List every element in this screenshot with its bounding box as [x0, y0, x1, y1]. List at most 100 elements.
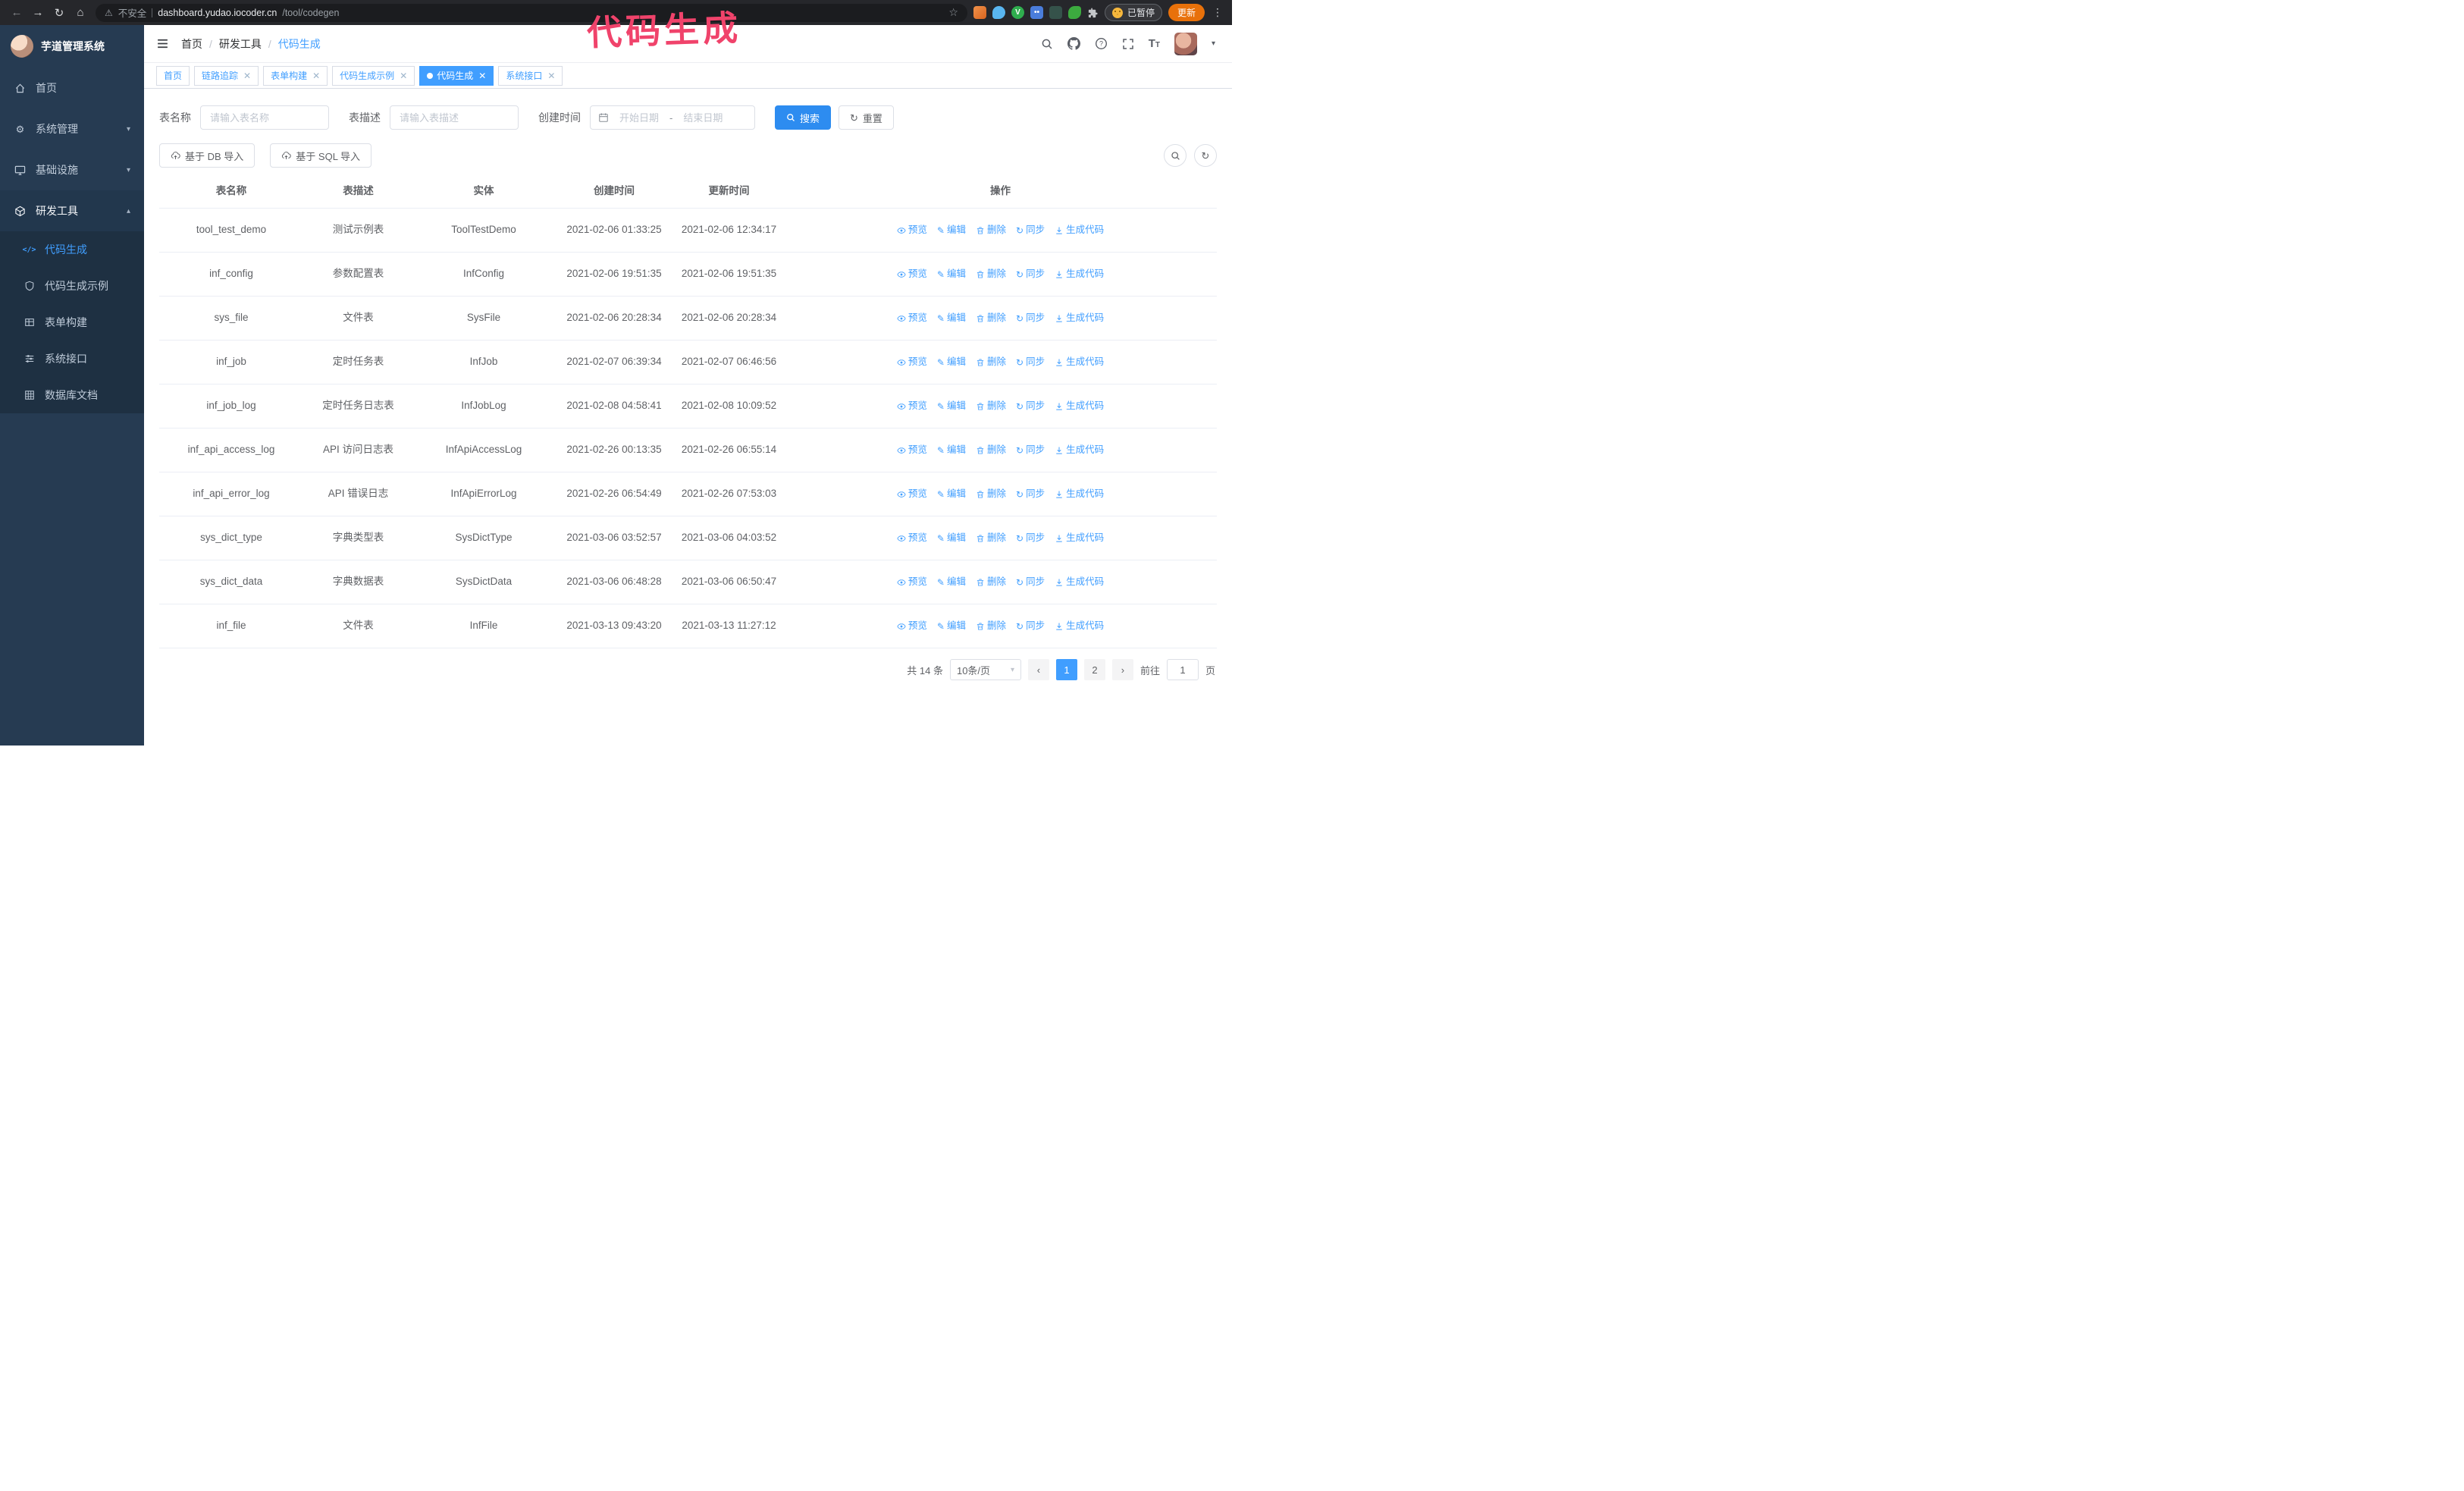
sync-link[interactable]: ↻ 同步: [1016, 531, 1045, 545]
generate-code-link[interactable]: 生成代码: [1055, 355, 1104, 369]
sync-link[interactable]: ↻ 同步: [1016, 619, 1045, 633]
delete-link[interactable]: 删除: [976, 619, 1006, 633]
sync-link[interactable]: ↻ 同步: [1016, 575, 1045, 589]
sidebar-toggle-icon[interactable]: [156, 37, 169, 50]
delete-link[interactable]: 删除: [976, 443, 1006, 457]
generate-code-link[interactable]: 生成代码: [1055, 267, 1104, 281]
tab-链路追踪[interactable]: 链路追踪 ✕: [194, 65, 259, 86]
user-avatar[interactable]: [1174, 32, 1197, 55]
edit-link[interactable]: ✎ 编辑: [937, 355, 966, 369]
update-button[interactable]: 更新: [1168, 4, 1205, 21]
page-button-2[interactable]: 2: [1083, 659, 1105, 680]
sync-link[interactable]: ↻ 同步: [1016, 223, 1045, 237]
prev-page-button[interactable]: ‹: [1027, 659, 1049, 680]
tab-系统接口[interactable]: 系统接口 ✕: [498, 65, 563, 86]
drop-extension-icon[interactable]: [992, 6, 1005, 19]
extensions-puzzle-icon[interactable]: [1087, 7, 1099, 18]
sync-link[interactable]: ↻ 同步: [1016, 487, 1045, 501]
import-sql-button[interactable]: 基于 SQL 导入: [270, 143, 372, 168]
import-db-button[interactable]: 基于 DB 导入: [159, 143, 255, 168]
toggle-search-button[interactable]: [1164, 144, 1187, 167]
generate-code-link[interactable]: 生成代码: [1055, 311, 1104, 325]
sidebar-item-db-docs[interactable]: 数据库文档: [0, 377, 144, 413]
preview-link[interactable]: 预览: [897, 267, 927, 281]
preview-link[interactable]: 预览: [897, 487, 927, 501]
people-extension-icon[interactable]: ••: [1030, 6, 1043, 19]
delete-link[interactable]: 删除: [976, 399, 1006, 413]
font-size-icon[interactable]: TT: [1149, 37, 1160, 50]
preview-link[interactable]: 预览: [897, 399, 927, 413]
browser-reload-icon[interactable]: ↻: [50, 4, 68, 22]
delete-link[interactable]: 删除: [976, 311, 1006, 325]
tab-close-icon[interactable]: ✕: [547, 71, 555, 81]
sidebar-item-codegen[interactable]: </> 代码生成: [0, 231, 144, 268]
edit-link[interactable]: ✎ 编辑: [937, 223, 966, 237]
table-name-input[interactable]: [200, 105, 329, 130]
browser-home-icon[interactable]: ⌂: [71, 4, 89, 22]
table-desc-input[interactable]: [390, 105, 519, 130]
delete-link[interactable]: 删除: [976, 575, 1006, 589]
generate-code-link[interactable]: 生成代码: [1055, 575, 1104, 589]
reset-button[interactable]: ↻ 重置: [839, 105, 894, 130]
tab-close-icon[interactable]: ✕: [243, 71, 251, 81]
generate-code-link[interactable]: 生成代码: [1055, 487, 1104, 501]
edit-link[interactable]: ✎ 编辑: [937, 443, 966, 457]
end-date-input[interactable]: [677, 111, 729, 124]
leaf-extension-icon[interactable]: [1067, 6, 1081, 19]
bookmark-star-icon[interactable]: ☆: [948, 6, 958, 19]
edit-link[interactable]: ✎ 编辑: [937, 531, 966, 545]
address-bar[interactable]: ⚠ 不安全 dashboard.yudao.iocoder.cn /tool/c…: [96, 3, 967, 22]
fox-extension-icon[interactable]: [973, 6, 986, 19]
preview-link[interactable]: 预览: [897, 575, 927, 589]
refresh-table-button[interactable]: ↻: [1194, 144, 1217, 167]
sidebar-item-system[interactable]: ⚙ 系统管理 ▾: [0, 108, 144, 149]
delete-link[interactable]: 删除: [976, 531, 1006, 545]
sidebar-item-infrastructure[interactable]: 基础设施 ▾: [0, 149, 144, 190]
delete-link[interactable]: 删除: [976, 223, 1006, 237]
next-page-button[interactable]: ›: [1111, 659, 1133, 680]
avatar-caret-down-icon[interactable]: ▾: [1212, 39, 1215, 48]
sidebar-item-devtools[interactable]: 研发工具 ▴: [0, 190, 144, 231]
tab-代码生成[interactable]: 代码生成 ✕: [419, 65, 494, 86]
sync-link[interactable]: ↻ 同步: [1016, 443, 1045, 457]
edit-link[interactable]: ✎ 编辑: [937, 619, 966, 633]
sidebar-item-home[interactable]: 首页: [0, 67, 144, 108]
tab-close-icon[interactable]: ✕: [400, 71, 407, 81]
tab-首页[interactable]: 首页: [156, 65, 190, 86]
search-icon[interactable]: [1041, 38, 1053, 50]
search-button[interactable]: 搜索: [775, 105, 832, 130]
browser-back-icon[interactable]: ←: [8, 4, 26, 22]
start-date-input[interactable]: [613, 111, 665, 124]
edit-link[interactable]: ✎ 编辑: [937, 487, 966, 501]
page-button-1[interactable]: 1: [1055, 659, 1077, 680]
paused-badge[interactable]: 已暂停: [1104, 4, 1162, 21]
preview-link[interactable]: 预览: [897, 443, 927, 457]
preview-link[interactable]: 预览: [897, 355, 927, 369]
sidebar-item-form-builder[interactable]: 表单构建: [0, 304, 144, 341]
delete-link[interactable]: 删除: [976, 487, 1006, 501]
app-logo[interactable]: 芋道管理系统: [0, 25, 144, 67]
github-icon[interactable]: [1067, 37, 1080, 50]
sync-link[interactable]: ↻ 同步: [1016, 355, 1045, 369]
preview-link[interactable]: 预览: [897, 223, 927, 237]
edit-link[interactable]: ✎ 编辑: [937, 311, 966, 325]
preview-link[interactable]: 预览: [897, 311, 927, 325]
sidebar-item-codegen-example[interactable]: 代码生成示例: [0, 268, 144, 304]
preview-link[interactable]: 预览: [897, 619, 927, 633]
help-icon[interactable]: ?: [1095, 37, 1108, 50]
delete-link[interactable]: 删除: [976, 267, 1006, 281]
breadcrumb-devtools[interactable]: 研发工具: [219, 36, 262, 52]
wallet-extension-icon[interactable]: [1049, 6, 1062, 19]
generate-code-link[interactable]: 生成代码: [1055, 443, 1104, 457]
tab-close-icon[interactable]: ✕: [312, 71, 320, 81]
goto-page-input[interactable]: [1166, 659, 1199, 680]
fullscreen-icon[interactable]: [1122, 38, 1134, 50]
browser-forward-icon[interactable]: →: [29, 4, 47, 22]
sync-link[interactable]: ↻ 同步: [1016, 311, 1045, 325]
breadcrumb-home[interactable]: 首页: [181, 36, 202, 52]
generate-code-link[interactable]: 生成代码: [1055, 619, 1104, 633]
create-time-range-picker[interactable]: -: [590, 105, 755, 130]
browser-menu-icon[interactable]: ⋮: [1211, 6, 1224, 19]
edit-link[interactable]: ✎ 编辑: [937, 267, 966, 281]
sync-link[interactable]: ↻ 同步: [1016, 267, 1045, 281]
